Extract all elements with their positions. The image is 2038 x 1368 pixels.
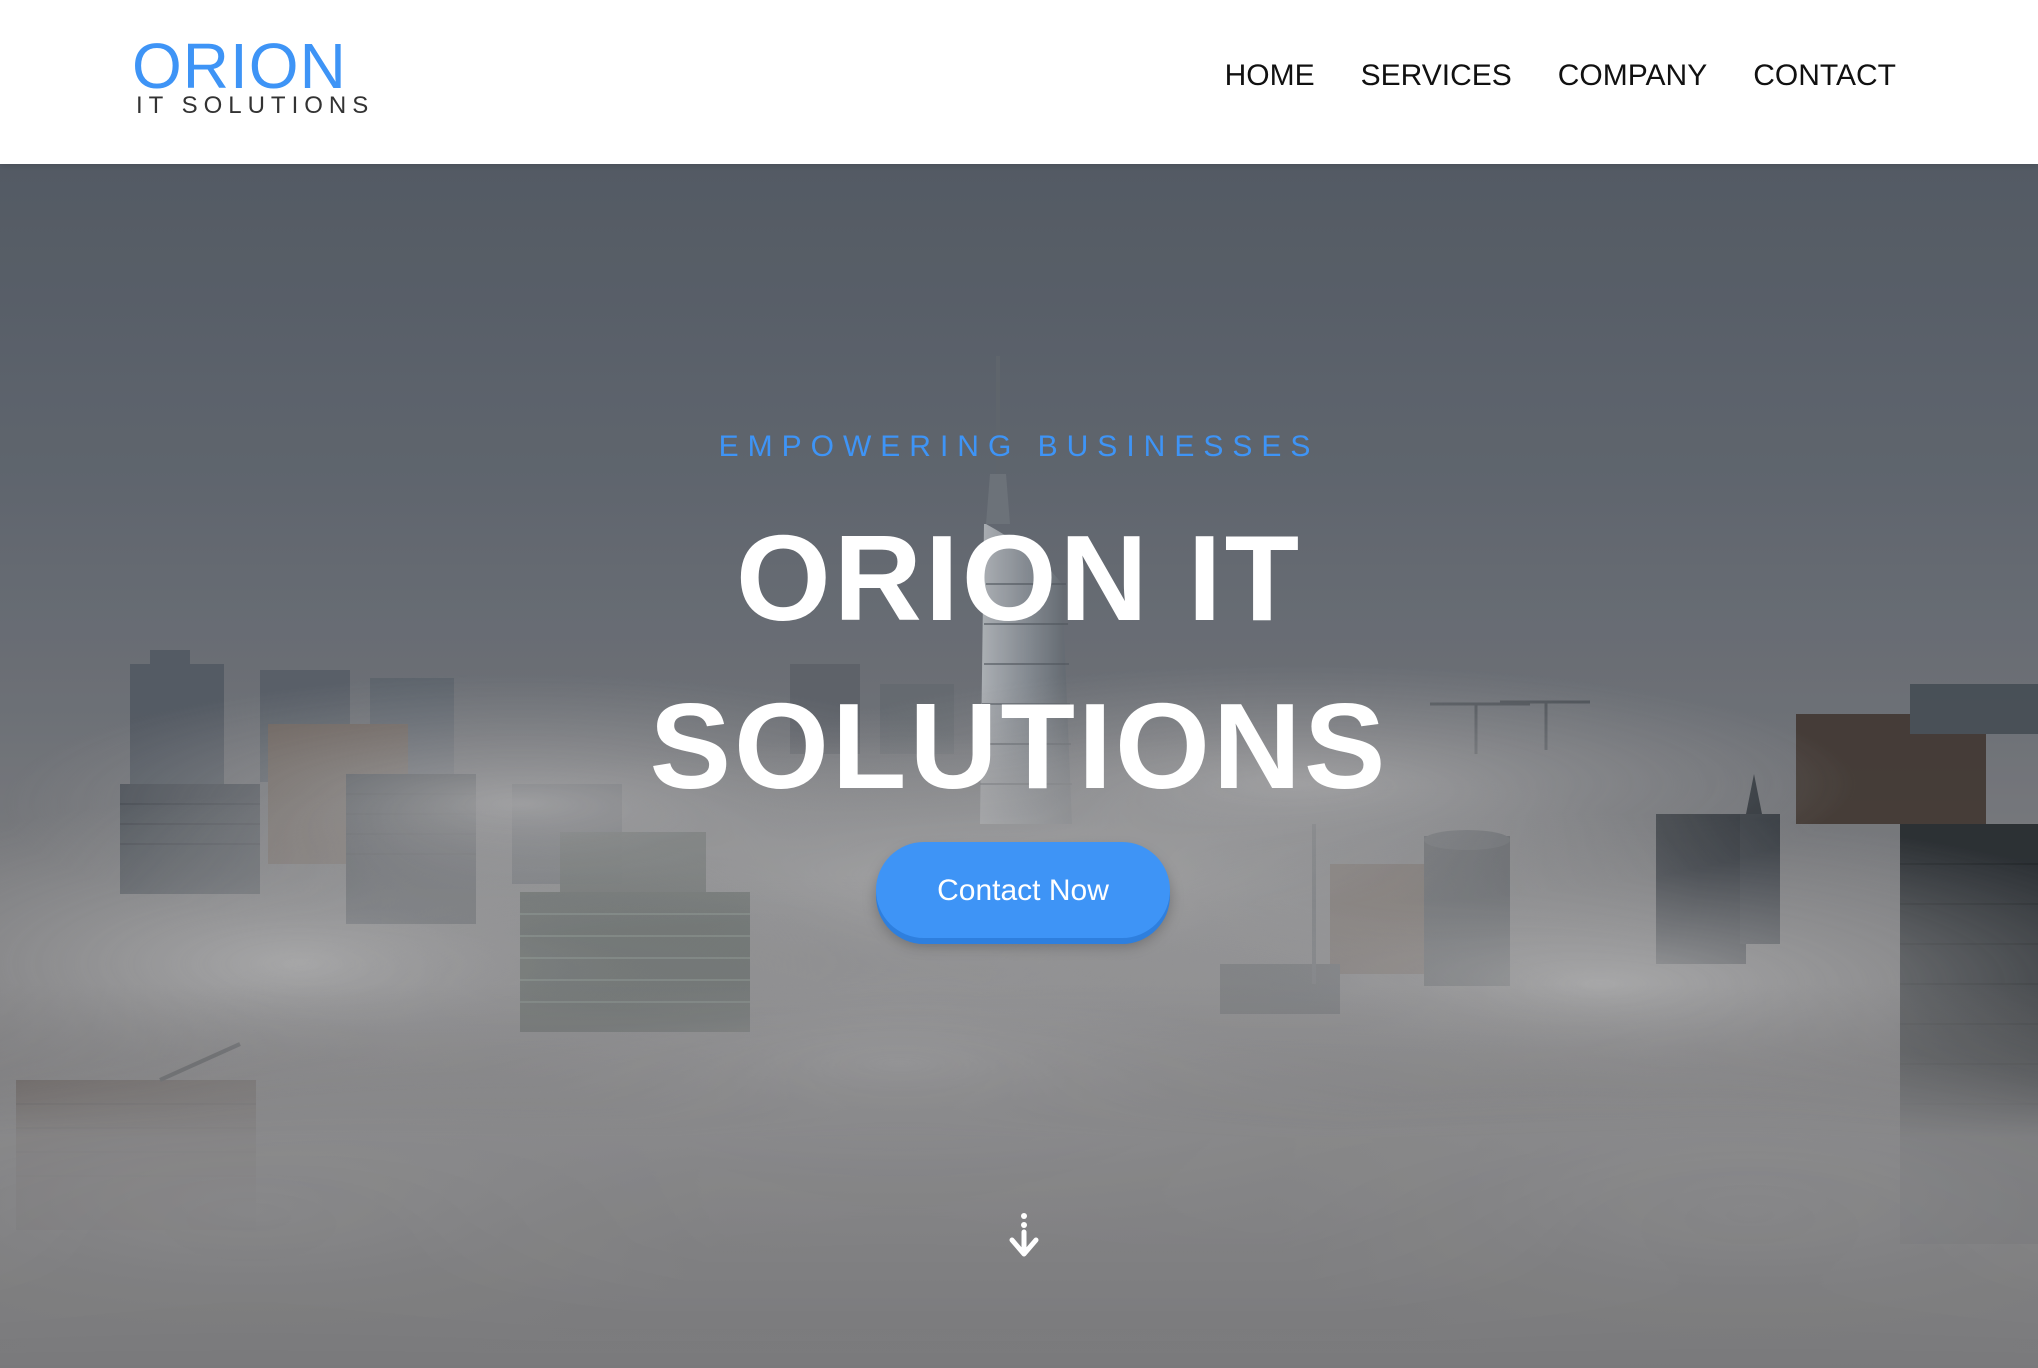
hero-tagline: EMPOWERING BUSINESSES xyxy=(718,430,1320,463)
logo-main-text: ORION xyxy=(132,30,347,102)
logo[interactable]: ORION IT SOLUTIONS xyxy=(132,30,368,124)
hero-section: EMPOWERING BUSINESSES ORION IT SOLUTIONS… xyxy=(0,164,2038,1368)
hero-title-line-1: ORION IT xyxy=(735,510,1303,646)
hero-title: ORION IT SOLUTIONS xyxy=(0,494,2038,830)
nav-item-home[interactable]: HOME xyxy=(1225,56,1315,96)
scroll-down-arrow-icon[interactable] xyxy=(1004,1212,1044,1260)
logo-sub-text: IT SOLUTIONS xyxy=(136,92,375,119)
nav-item-services[interactable]: SERVICES xyxy=(1361,56,1512,96)
nav-item-contact[interactable]: CONTACT xyxy=(1753,56,1896,96)
hero-title-line-2: SOLUTIONS xyxy=(649,678,1389,814)
site-header: ORION IT SOLUTIONS HOME SERVICES COMPANY… xyxy=(0,0,2038,164)
contact-now-button[interactable]: Contact Now xyxy=(876,842,1170,938)
nav-item-company[interactable]: COMPANY xyxy=(1558,56,1707,96)
main-nav: HOME SERVICES COMPANY CONTACT xyxy=(1225,56,1896,96)
